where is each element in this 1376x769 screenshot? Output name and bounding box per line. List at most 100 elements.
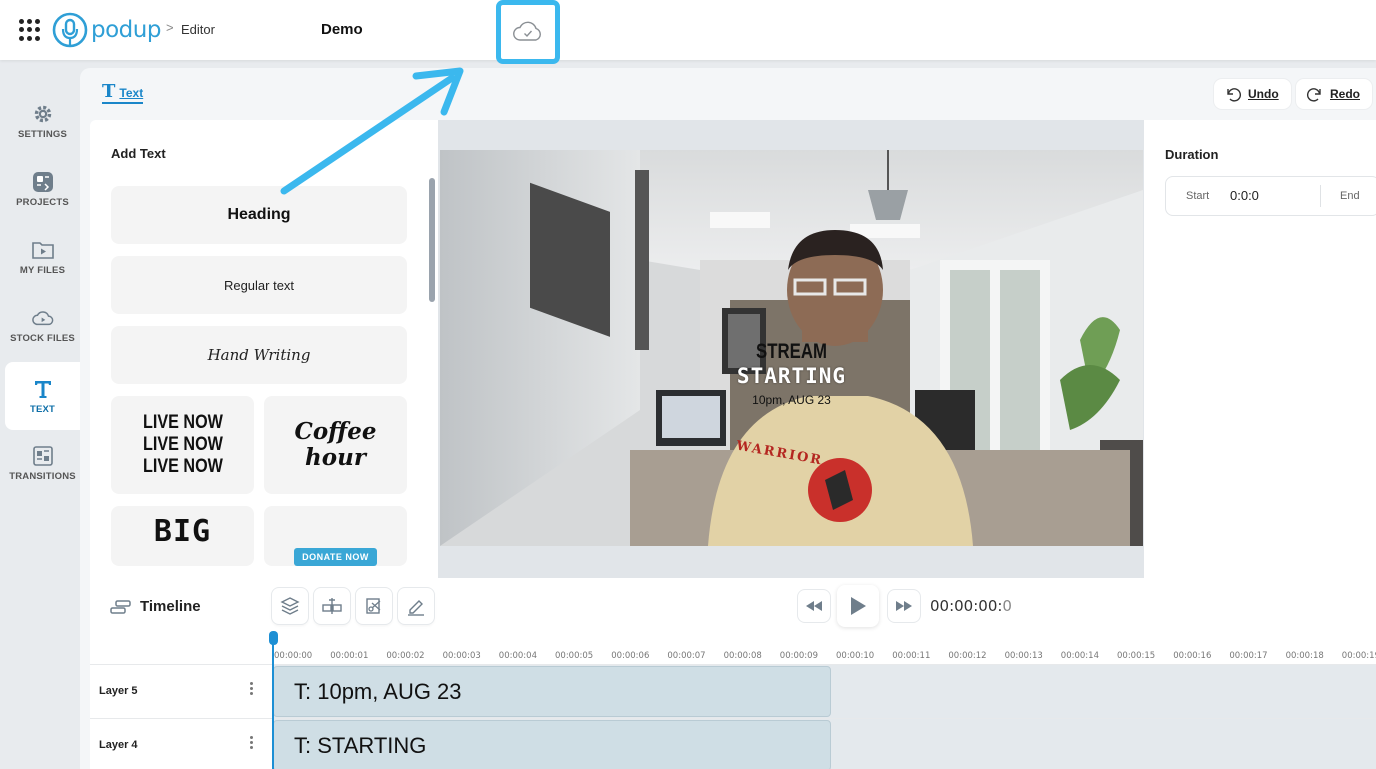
tab-text-label: Text [119,86,144,100]
sidebar-item-transitions[interactable]: TRANSITIONS [5,432,80,494]
playhead[interactable] [272,633,274,769]
projects-icon [32,171,54,193]
ruler-tick-label: 00:00:01 [330,651,369,661]
cloud-check-icon [513,21,541,41]
layer-track[interactable]: T: STARTING [272,719,1376,769]
sidebar-item-projects[interactable]: PROJECTS [5,158,80,220]
ruler-tick-label: 00:00:19 [1341,651,1376,661]
add-text-scrollbar[interactable] [429,178,435,302]
duration-title: Duration [1165,147,1219,162]
cut-icon [366,598,381,614]
sidebar-item-settings[interactable]: SETTINGS [5,90,80,152]
duration-end-label: End [1340,190,1360,202]
preset-big-label: BIG [153,514,212,549]
ruler-tick-label: 00:00:05 [555,651,594,661]
text-t-icon [32,378,54,400]
breadcrumb-separator: > [166,20,174,35]
timecode-display: 00:00:00:0 [930,597,1012,615]
layers-icon [280,597,300,615]
timeline-ruler[interactable]: 00:00:00 00:00:01 00:00:02 00:00:03 00:00:04… [272,633,1376,665]
redo-icon [1306,88,1321,102]
ruler-tick-label: 00:00:17 [1229,651,1268,661]
ruler-tick-label: 00:00:04 [498,651,537,661]
preset-live-now-line: LIVE NOW [142,456,223,477]
timeline-icon [110,599,131,614]
podup-logo[interactable]: podup [52,12,161,48]
edit-icon [408,600,424,616]
sidebar-item-label: SETTINGS [17,128,68,140]
layer-menu-icon[interactable] [250,682,254,697]
add-text-title: Add Text [111,146,166,161]
sidebar-item-label: TRANSITIONS [9,470,76,482]
project-name[interactable]: Demo [321,21,363,38]
brand-name: podup [91,17,161,43]
preset-hand-writing[interactable]: Hand Writing [111,326,407,384]
text-clip[interactable]: T: 10pm, AUG 23 [273,666,831,717]
preset-live-now-line: LIVE NOW [142,412,223,433]
layer-menu-icon[interactable] [250,736,254,751]
tab-text[interactable]: T Text [102,81,144,104]
save-status-button[interactable] [496,0,560,64]
sidebar-item-text[interactable]: TEXT [5,362,80,430]
edit-tool-button[interactable] [398,588,434,624]
overlay-text-stream[interactable]: STREAM [510,340,1072,364]
properties-panel: Duration Start 0:0:0 End [1144,120,1376,578]
redo-button[interactable]: Redo [1296,79,1372,109]
sidebar-item-label: STOCK FILES [10,332,75,344]
ruler-tick-label: 00:00:14 [1060,651,1099,661]
preset-coffee-hour[interactable]: Coffee hour [264,396,407,494]
undo-button[interactable]: Undo [1214,79,1291,109]
preset-regular-label: Regular text [223,277,295,293]
sidebar-item-label: TEXT [29,403,56,415]
sidebar-item-stock-files[interactable]: STOCK FILES [5,294,80,356]
fast-forward-button[interactable] [888,590,920,622]
preset-coffee-line: hour [305,444,366,471]
editor-main: T Text Undo Redo Add Text Heading Regula… [80,68,1376,769]
sidebar-item-my-files[interactable]: MY FILES [5,226,80,288]
preset-regular-text[interactable]: Regular text [111,256,407,314]
preset-donate-now[interactable]: DONATE NOW [264,506,407,566]
ruler-tick-label: 00:00:00 [274,651,313,661]
text-clip[interactable]: T: STARTING [273,720,831,769]
preset-live-now-line: LIVE NOW [142,434,223,455]
breadcrumb-editor[interactable]: Editor [181,22,215,37]
duration-start-label: Start [1186,190,1210,202]
timeline-title: Timeline [110,598,201,615]
layer-track[interactable]: T: 10pm, AUG 23 [272,665,1376,719]
preset-donate-label: DONATE NOW [294,548,377,566]
play-icon [851,597,866,615]
preset-big[interactable]: BIG [111,506,254,566]
text-t-icon: T [102,81,116,102]
layer-name: Layer 5 [99,685,138,697]
ruler-tick-label: 00:00:03 [442,651,481,661]
duration-field: Start 0:0:0 End [1165,176,1376,216]
rewind-button[interactable] [798,590,830,622]
fast-forward-icon [896,601,912,611]
split-tool-button[interactable] [314,588,350,624]
play-button[interactable] [837,585,879,627]
overlay-text-starting[interactable]: STARTING [440,364,1143,388]
timeline-layer-row: Layer 5 T: 10pm, AUG 23 [90,664,1376,719]
left-sidebar: SETTINGS PROJECTS MY FILES STOCK FILES T… [0,60,80,769]
cloud-play-icon [31,307,54,329]
cut-tool-button[interactable] [356,588,392,624]
split-icon [322,598,342,614]
add-text-panel: Add Text Heading Regular text Hand Writi… [90,120,438,578]
timeline-panel: Timeline 00:00:00:0 00:00:00 00:00:01 00:0… [90,578,1376,769]
apps-grid-icon[interactable] [19,19,41,41]
redo-label: Redo [1330,87,1360,101]
sidebar-item-label: MY FILES [19,264,66,276]
preset-live-now[interactable]: LIVE NOW LIVE NOW LIVE NOW [111,396,254,494]
ruler-tick-label: 00:00:08 [723,651,762,661]
ruler-tick-label: 00:00:18 [1285,651,1324,661]
sidebar-item-label: PROJECTS [16,196,69,208]
gear-icon [32,103,54,125]
preset-heading[interactable]: Heading [111,186,407,244]
undo-icon [1227,88,1242,102]
video-preview[interactable]: STREAM STARTING 10pm, AUG 23 WARRIOR [440,150,1143,546]
duration-start-input[interactable]: 0:0:0 [1230,188,1259,203]
ruler-tick-label: 00:00:09 [779,651,818,661]
ruler-tick-label: 00:00:11 [892,651,931,661]
layers-tool-button[interactable] [272,588,308,624]
undo-label: Undo [1248,87,1279,101]
